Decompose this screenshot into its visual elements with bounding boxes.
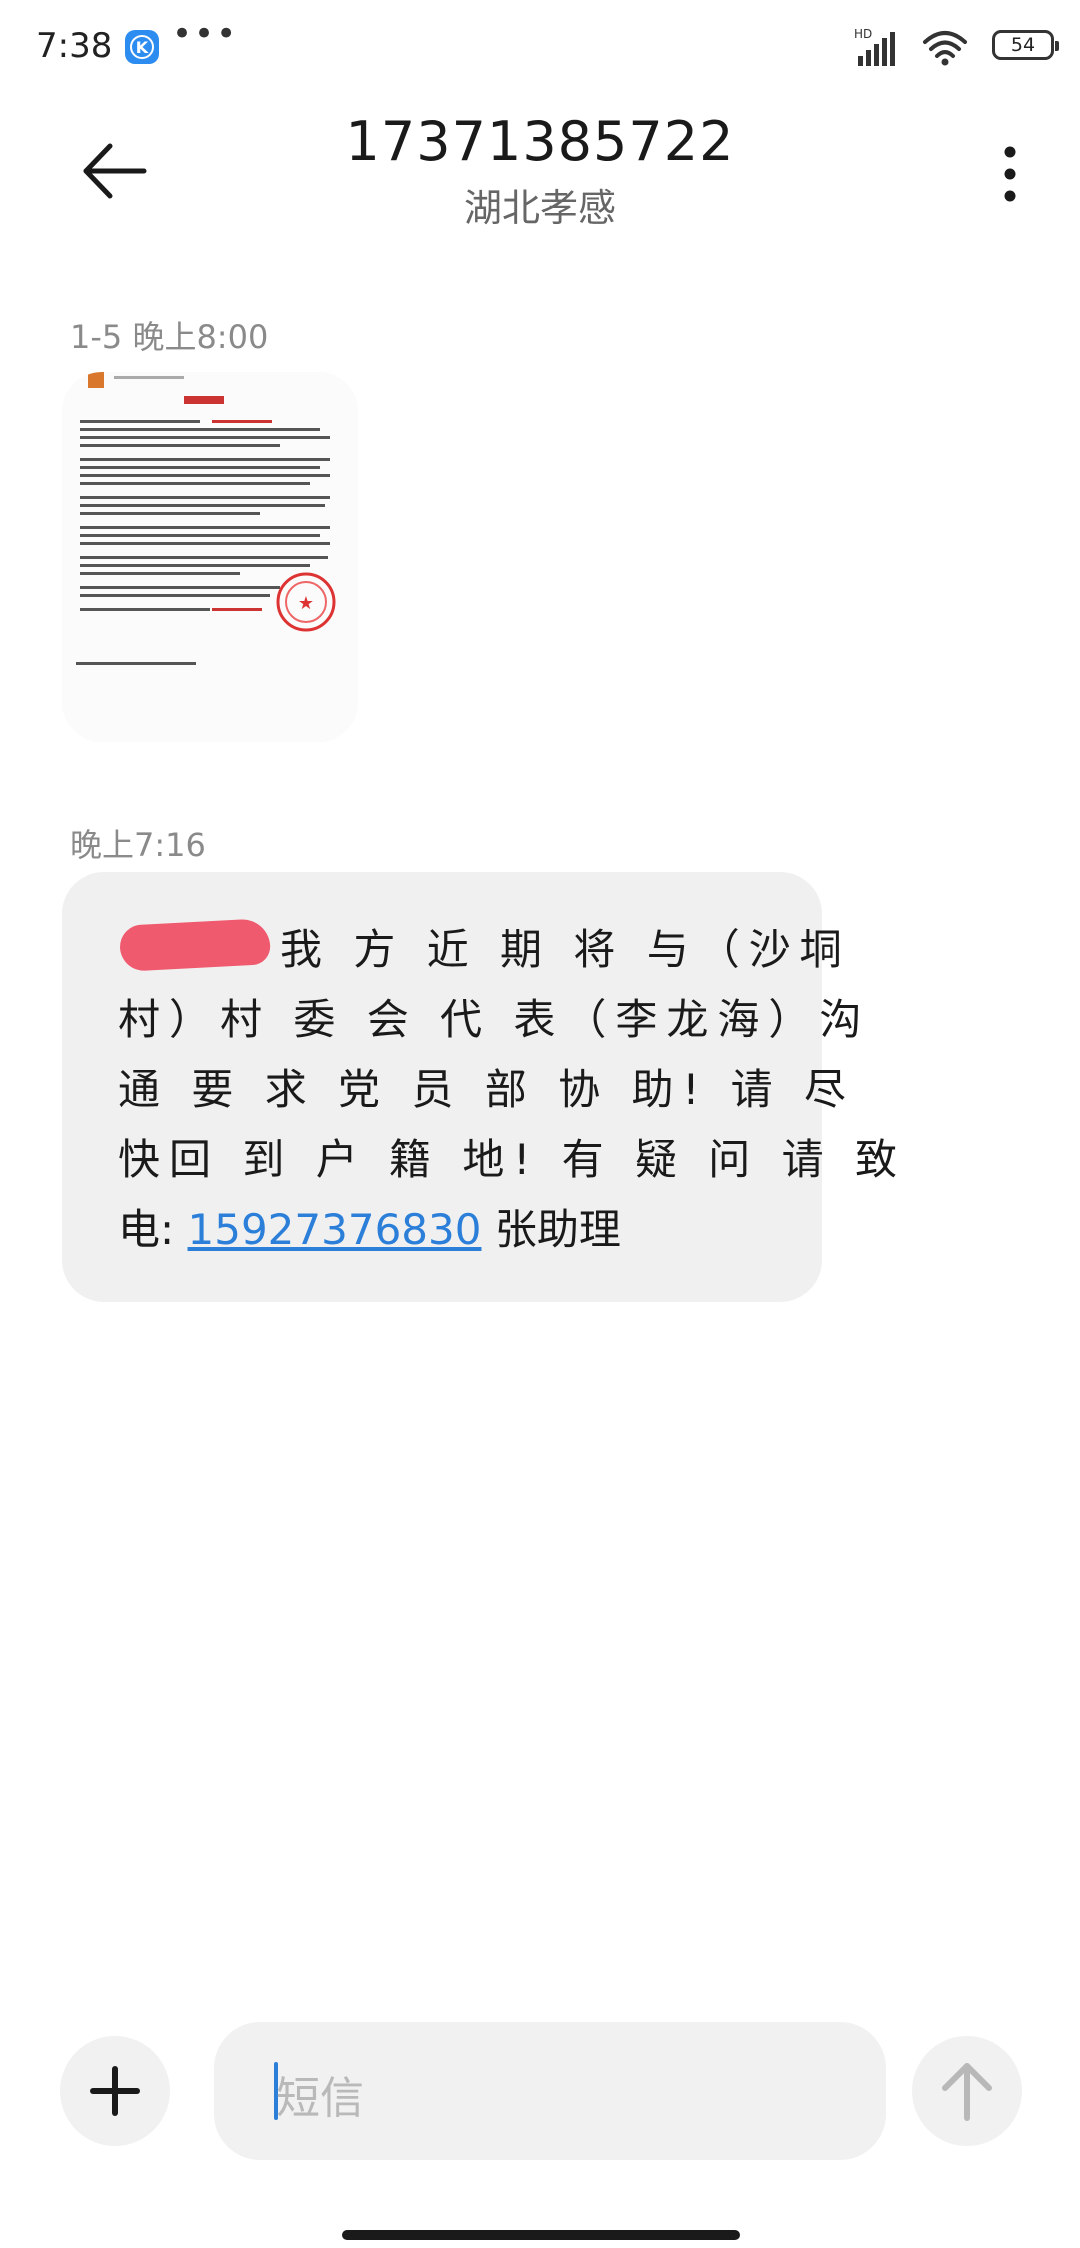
message-text-suffix: 张助理 xyxy=(481,1205,621,1254)
add-attachment-button[interactable] xyxy=(60,2036,170,2146)
battery-indicator: 54 xyxy=(992,30,1059,60)
phone-number-link[interactable]: 15927376830 xyxy=(188,1205,482,1254)
status-bar: 7:38 K ••• HD 54 xyxy=(0,0,1080,96)
message-text-line: 通 要 求 党 员 部 协 助! 请 尽 xyxy=(118,1065,855,1114)
home-indicator[interactable] xyxy=(342,2230,740,2240)
svg-text:HD: HD xyxy=(854,27,872,41)
text-message-bubble[interactable]: 我 方 近 期 将 与（沙垌 村）村 委 会 代 表（李龙海）沟 通 要 求 党… xyxy=(62,872,897,1302)
contact-location: 湖北孝感 xyxy=(463,186,616,230)
app-notification-icon: K xyxy=(125,30,159,64)
contact-number: 17371385722 xyxy=(345,110,735,173)
message-text-last-line: 电: 15927376830 张助理 xyxy=(118,1196,621,1257)
signal-icon: HD xyxy=(854,27,895,66)
more-options-button[interactable] xyxy=(990,142,1030,206)
more-vertical-icon xyxy=(1004,146,1016,202)
status-time: 7:38 xyxy=(36,26,113,66)
send-button[interactable] xyxy=(912,2036,1022,2146)
wifi-icon xyxy=(923,31,967,66)
message-text-line: 村）村 委 会 代 表（李龙海）沟 xyxy=(118,995,871,1044)
conversation-header: 17371385722 湖北孝感 xyxy=(0,96,1080,246)
svg-text:★: ★ xyxy=(298,593,314,614)
arrow-left-icon xyxy=(83,143,147,199)
message-text-prefix: 电: xyxy=(118,1205,188,1254)
status-indicators: HD 54 xyxy=(854,26,1059,70)
message-timestamp: 1-5 晚上8:00 xyxy=(70,318,269,356)
message-text-line: 我 方 近 期 将 与（沙垌 xyxy=(280,925,851,974)
contact-title[interactable]: 17371385722 湖北孝感 xyxy=(240,110,840,232)
back-button[interactable] xyxy=(74,136,154,206)
document-image-thumbnail: ★ xyxy=(62,372,358,742)
arrow-up-icon xyxy=(942,2063,992,2121)
plus-icon xyxy=(90,2066,140,2116)
message-input[interactable]: 短信 xyxy=(214,2022,886,2160)
redaction-mark xyxy=(118,918,272,972)
image-message-bubble[interactable]: ★ xyxy=(62,372,358,742)
message-text-line: 快回 到 户 籍 地! 有 疑 问 请 致 xyxy=(118,1135,906,1184)
message-timestamp: 晚上7:16 xyxy=(70,826,206,864)
sms-conversation-screen: 7:38 K ••• HD 54 17371385722 湖北孝感 1-5 晚上… xyxy=(0,0,1080,2248)
message-input-placeholder: 短信 xyxy=(276,2073,364,2124)
more-notifications-icon: ••• xyxy=(172,14,239,54)
